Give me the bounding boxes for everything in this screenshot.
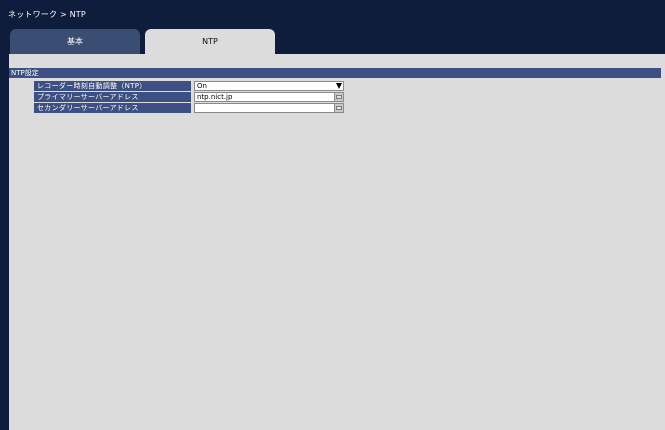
- dropdown-arrow-icon[interactable]: [336, 83, 342, 89]
- auto-adjust-value: On: [197, 82, 207, 90]
- settings-panel: NTP設定 レコーダー時刻自動調整（NTP） On プライマリーサーバーアドレス: [9, 54, 665, 430]
- app-window: ネットワーク > NTP 基本 NTP NTP設定 レコーダー時刻自動調整（NT…: [0, 0, 665, 430]
- secondary-server-keyboard-button[interactable]: [334, 103, 344, 113]
- tab-bar: 基本 NTP: [10, 29, 660, 54]
- ntp-settings-table: レコーダー時刻自動調整（NTP） On プライマリーサーバーアドレス セカンダリ…: [34, 81, 344, 114]
- settings-row-primary-server: プライマリーサーバーアドレス: [34, 92, 344, 102]
- secondary-server-input[interactable]: [195, 104, 327, 112]
- tab-basic[interactable]: 基本: [10, 29, 140, 54]
- primary-server-field: [194, 92, 344, 102]
- auto-adjust-dropdown[interactable]: On: [194, 81, 344, 91]
- breadcrumb: ネットワーク > NTP: [8, 10, 86, 19]
- primary-server-keyboard-button[interactable]: [334, 92, 344, 102]
- settings-row-auto-adjust: レコーダー時刻自動調整（NTP） On: [34, 81, 344, 91]
- keyboard-icon: [336, 95, 342, 99]
- secondary-server-field: [194, 103, 344, 113]
- keyboard-icon: [336, 106, 342, 110]
- tab-ntp[interactable]: NTP: [145, 29, 275, 54]
- settings-row-secondary-server: セカンダリーサーバーアドレス: [34, 103, 344, 113]
- primary-server-input[interactable]: [195, 93, 327, 101]
- secondary-server-label: セカンダリーサーバーアドレス: [34, 103, 191, 113]
- section-header-ntp: NTP設定: [9, 68, 661, 78]
- auto-adjust-label: レコーダー時刻自動調整（NTP）: [34, 81, 191, 91]
- primary-server-label: プライマリーサーバーアドレス: [34, 92, 191, 102]
